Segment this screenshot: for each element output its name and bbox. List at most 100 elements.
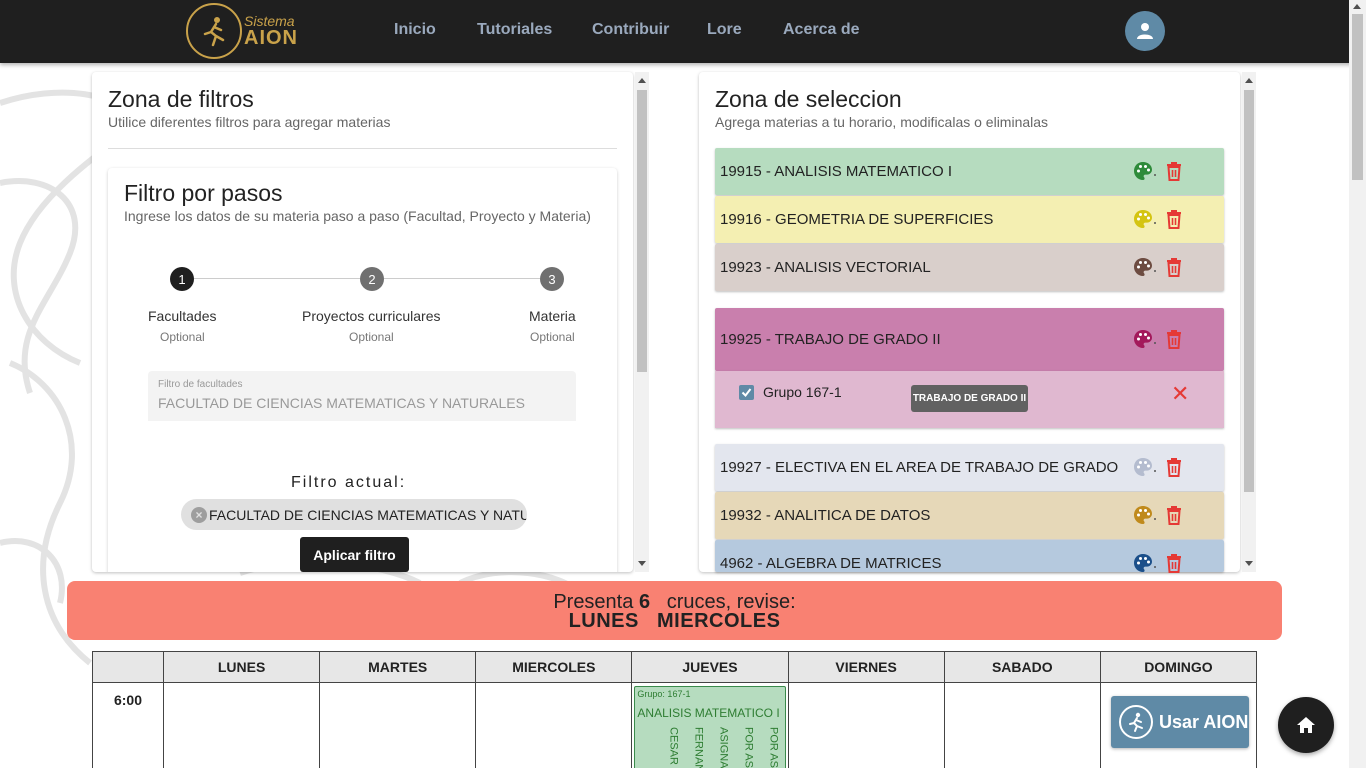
palette-icon[interactable] [1133,329,1157,356]
step-3-optional: Optional [530,330,575,344]
subject-row[interactable]: 19915 - ANALISIS MATEMATICO I [715,148,1224,195]
schedule-cell[interactable] [475,682,633,768]
palette-icon[interactable] [1133,209,1157,236]
faculty-filter-input[interactable]: Filtro de facultades FACULTAD DE CIENCIA… [148,371,576,421]
scroll-up-arrow-icon[interactable] [638,78,646,83]
top-navbar: Sistema AION Inicio Tutoriales Contribui… [0,0,1366,63]
day-header: VIERNES [787,651,945,683]
trash-icon[interactable] [1165,457,1183,482]
current-filter-chip[interactable]: × FACULTAD DE CIENCIAS MATEMATICAS Y NAT… [181,499,527,530]
filters-scrollbar[interactable] [635,72,649,572]
step-2-number[interactable]: 2 [360,267,384,291]
trash-icon[interactable] [1165,257,1183,282]
trash-icon[interactable] [1165,209,1183,234]
step-1-label[interactable]: Facultades [148,308,216,324]
day-header: SABADO [943,651,1101,683]
subject-row[interactable]: 19932 - ANALITICA DE DATOS [715,492,1224,539]
palette-icon[interactable] [1133,505,1157,532]
day-header: DOMINGO [1099,651,1258,683]
page-scrollbar-thumb[interactable] [1352,14,1363,180]
usar-aion-button[interactable]: Usar AION [1111,696,1249,748]
chip-text: FACULTAD DE CIENCIAS MATEMATICAS Y NATUR… [209,506,527,523]
subject-name: 19923 - ANALISIS VECTORIAL [720,259,931,276]
scroll-down-arrow-icon[interactable] [638,561,646,566]
schedule-cell[interactable] [787,682,945,768]
subject-row[interactable]: 19925 - TRABAJO DE GRADO II [715,308,1224,371]
schedule-cell[interactable] [162,682,321,768]
subject-name: 19932 - ANALITICA DE DATOS [720,507,931,524]
runner-logo-icon [186,3,242,59]
day-header: JUEVES [631,651,789,683]
class-detail: FERNAN [692,727,705,768]
aion-logo[interactable]: Sistema AION [186,3,306,59]
user-avatar-button[interactable] [1125,11,1165,51]
class-block[interactable]: Grupo: 167-1 ANALISIS MATEMATICO I POR A… [634,686,786,768]
nav-inicio[interactable]: Inicio [394,21,436,39]
subject-tooltip: TRABAJO DE GRADO II [911,385,1028,412]
subject-name: 19916 - GEOMETRIA DE SUPERFICIES [720,211,994,228]
step-3-number[interactable]: 3 [540,267,564,291]
scroll-up-arrow-icon[interactable] [1245,78,1253,83]
divider [108,148,617,149]
conflict-banner: Presenta 6 cruces, revise: LUNES MIERCOL… [67,581,1282,640]
scroll-down-arrow-icon[interactable] [1245,561,1253,566]
filters-subtitle: Utilice diferentes filtros para agregar … [108,114,391,130]
class-detail: CESAR [667,727,680,765]
filters-scrollbar-thumb[interactable] [637,90,647,372]
selection-subtitle: Agrega materias a tu horario, modificala… [715,114,1049,130]
subject-name: 4962 - ALGEBRA DE MATRICES [720,555,942,572]
nav-contribuir[interactable]: Contribuir [592,21,669,39]
runner-icon [1119,705,1153,739]
apply-filter-button[interactable]: Aplicar filtro [300,537,409,572]
nav-acerca-de[interactable]: Acerca de [783,21,860,39]
palette-icon[interactable] [1133,457,1157,484]
subject-row[interactable]: 19927 - ELECTIVA EN EL AREA DE TRABAJO D… [715,444,1224,491]
step-2-label[interactable]: Proyectos curriculares [302,308,441,324]
schedule-cell[interactable] [943,682,1101,768]
current-filter-label: Filtro actual: [291,474,407,491]
selection-scrollbar-thumb[interactable] [1244,90,1254,492]
day-header: MARTES [319,651,477,683]
page-scrollbar[interactable] [1349,0,1366,768]
class-detail: POR ASI [742,727,755,768]
time-slot: 6:00 [113,692,143,708]
day-header: LUNES [162,651,321,683]
class-detail: ASIGNA [717,727,730,768]
subject-row[interactable]: 19916 - GEOMETRIA DE SUPERFICIES [715,196,1224,243]
schedule-cell[interactable]: Grupo: 167-1 ANALISIS MATEMATICO I POR A… [631,682,789,768]
logo-line1: Sistema [244,13,295,29]
trash-icon[interactable] [1165,329,1183,354]
subject-row[interactable]: 19923 - ANALISIS VECTORIAL [715,244,1224,291]
selection-title: Zona de seleccion [715,86,902,112]
trash-icon[interactable] [1165,553,1183,578]
trash-icon[interactable] [1165,161,1183,186]
subject-row[interactable]: 4962 - ALGEBRA DE MATRICES [715,540,1224,573]
step-filter-title: Filtro por pasos [124,180,283,206]
step-1-optional: Optional [160,330,205,344]
logo-line2: AION [244,27,298,49]
chip-remove-icon[interactable]: × [191,506,207,523]
class-name: ANALISIS MATEMATICO I [637,706,780,720]
step-3-label[interactable]: Materia [529,308,576,324]
step-filter-subtitle: Ingrese los datos de su materia paso a p… [124,208,591,224]
home-button[interactable] [1278,697,1334,753]
usar-aion-label: Usar AION [1159,711,1249,732]
palette-icon[interactable] [1133,161,1157,188]
subject-name: 19927 - ELECTIVA EN EL AREA DE TRABAJO D… [720,459,1119,476]
remove-group-icon[interactable]: ✕ [1171,383,1189,405]
faculty-filter-label: Filtro de facultades [158,379,243,390]
nav-lore[interactable]: Lore [707,21,742,39]
palette-icon[interactable] [1133,257,1157,284]
group-checkbox[interactable] [739,385,754,400]
selection-scrollbar[interactable] [1242,72,1256,572]
scroll-up-arrow-icon[interactable] [1353,4,1361,9]
stepper-connector [384,278,540,279]
trash-icon[interactable] [1165,505,1183,530]
nav-tutoriales[interactable]: Tutoriales [477,21,552,39]
stepper-connector [194,278,360,279]
group-label: Grupo 167-1 [763,384,842,400]
palette-icon[interactable] [1133,553,1157,580]
class-group: Grupo: 167-1 [637,689,691,699]
step-1-number[interactable]: 1 [170,267,194,291]
schedule-cell[interactable] [319,682,477,768]
